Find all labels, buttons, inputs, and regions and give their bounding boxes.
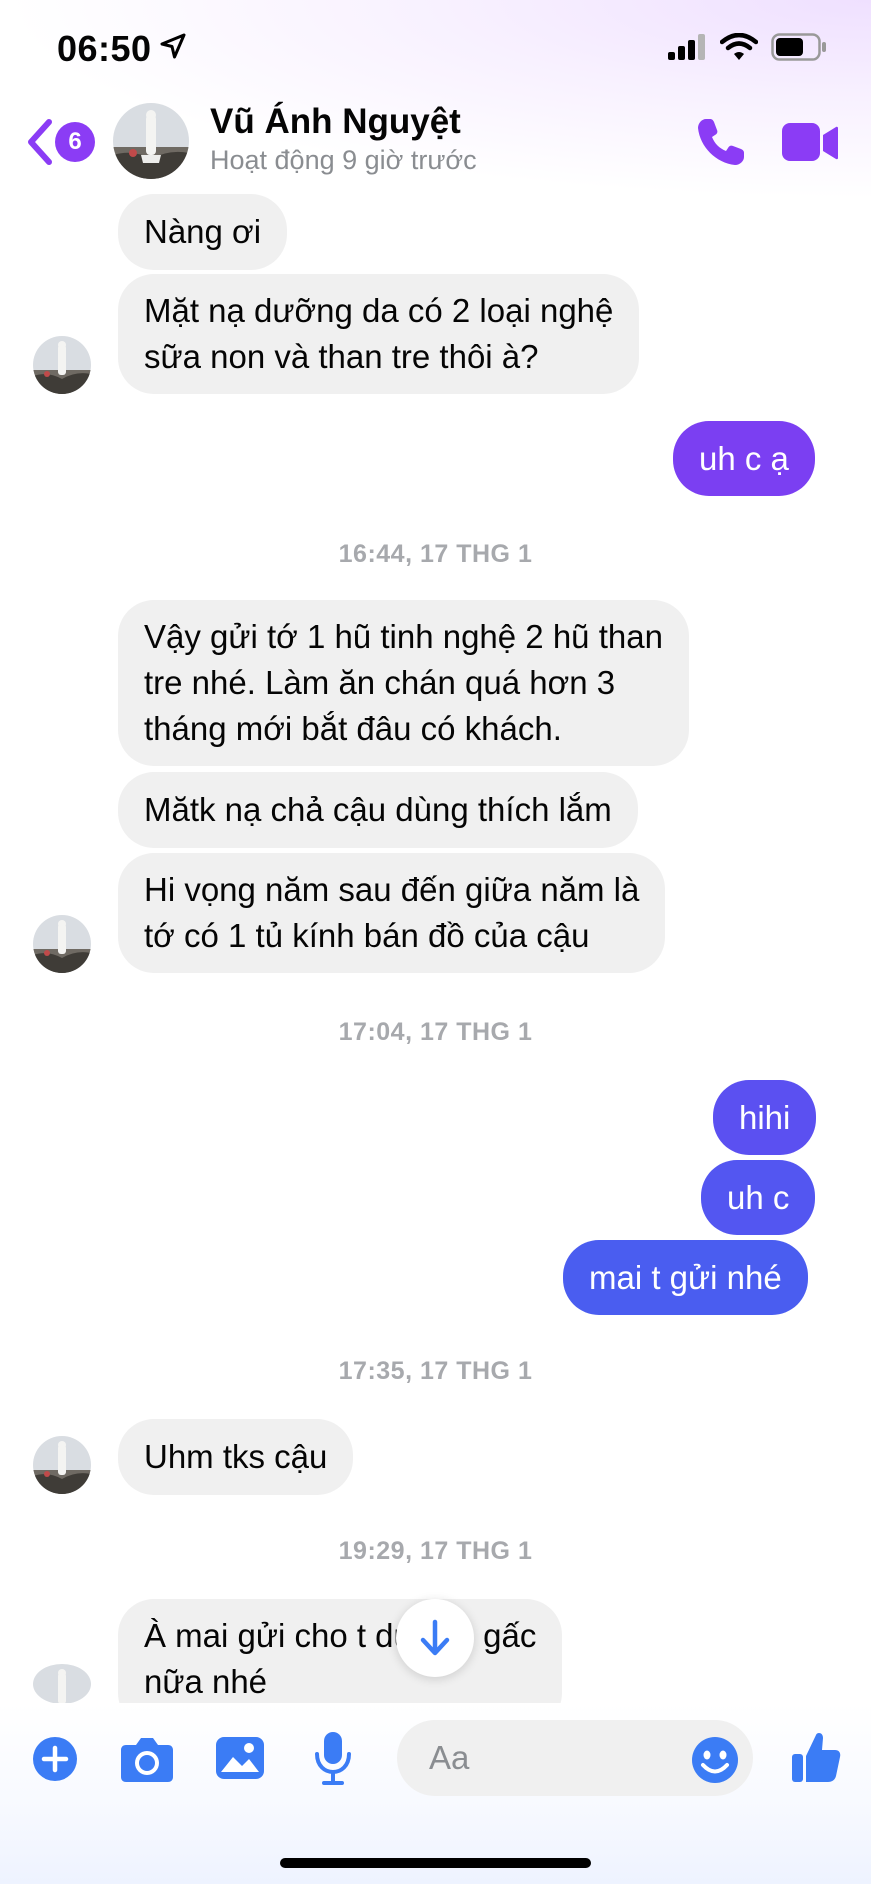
outgoing-message[interactable]: mai t gửi nhé (563, 1240, 808, 1315)
incoming-message[interactable]: Uhm tks cậu (118, 1419, 354, 1495)
location-arrow-icon (160, 33, 186, 59)
outgoing-message[interactable]: uh c ạ (673, 421, 815, 496)
message-timestamp: 16:44, 17 THG 1 (338, 540, 533, 568)
contact-avatar[interactable] (113, 103, 189, 179)
contact-name[interactable]: Vũ Ánh Nguyệt (210, 102, 461, 142)
message-composer: Aa (0, 1703, 871, 1884)
status-bar: 06:50 (0, 0, 871, 95)
active-status: Hoạt động 9 giờ trước (210, 145, 477, 175)
video-call-icon[interactable] (780, 117, 840, 169)
image-icon[interactable] (215, 1734, 265, 1782)
wifi-icon (720, 33, 758, 60)
incoming-message[interactable]: Hi vọng năm sau đến giữa năm là tớ có 1 … (118, 853, 666, 973)
phone-call-icon[interactable] (692, 115, 748, 171)
incoming-message[interactable]: Mặt nạ dưỡng da có 2 loại nghệ sữa non v… (118, 274, 640, 394)
camera-icon[interactable] (120, 1735, 174, 1783)
contact-avatar-small (33, 915, 91, 973)
plus-icon[interactable] (32, 1736, 78, 1782)
cellular-signal-icon (668, 34, 705, 60)
incoming-message[interactable]: Nàng ơi (118, 194, 288, 270)
outgoing-message[interactable]: uh c (701, 1160, 816, 1235)
message-timestamp: 19:29, 17 THG 1 (338, 1537, 533, 1565)
unread-count-badge: 6 (55, 122, 95, 162)
status-time: 06:50 (57, 28, 152, 69)
contact-avatar-small (33, 1664, 91, 1704)
thumbs-up-icon[interactable] (790, 1730, 842, 1784)
arrow-down-icon (420, 1619, 450, 1656)
back-button[interactable]: 6 (25, 116, 95, 168)
incoming-message[interactable]: Mătk nạ chả cậu dùng thích lắm (118, 772, 638, 848)
home-indicator (280, 1858, 591, 1868)
contact-avatar-small (33, 1436, 91, 1494)
message-timestamp: 17:04, 17 THG 1 (338, 1018, 533, 1046)
outgoing-message[interactable]: hihi (713, 1080, 817, 1155)
scroll-to-bottom-button[interactable] (396, 1599, 474, 1677)
contact-avatar-small (33, 336, 91, 394)
microphone-icon[interactable] (313, 1730, 353, 1786)
battery-icon (771, 33, 826, 61)
chat-header: 6 Vũ Ánh Nguyệt Hoạt động 9 giờ trước (0, 95, 871, 190)
chevron-left-icon (28, 119, 52, 165)
incoming-message[interactable]: Vậy gửi tớ 1 hũ tinh nghệ 2 hũ than tre … (118, 600, 689, 766)
message-timestamp: 17:35, 17 THG 1 (338, 1357, 533, 1385)
emoji-icon[interactable] (691, 1736, 739, 1784)
